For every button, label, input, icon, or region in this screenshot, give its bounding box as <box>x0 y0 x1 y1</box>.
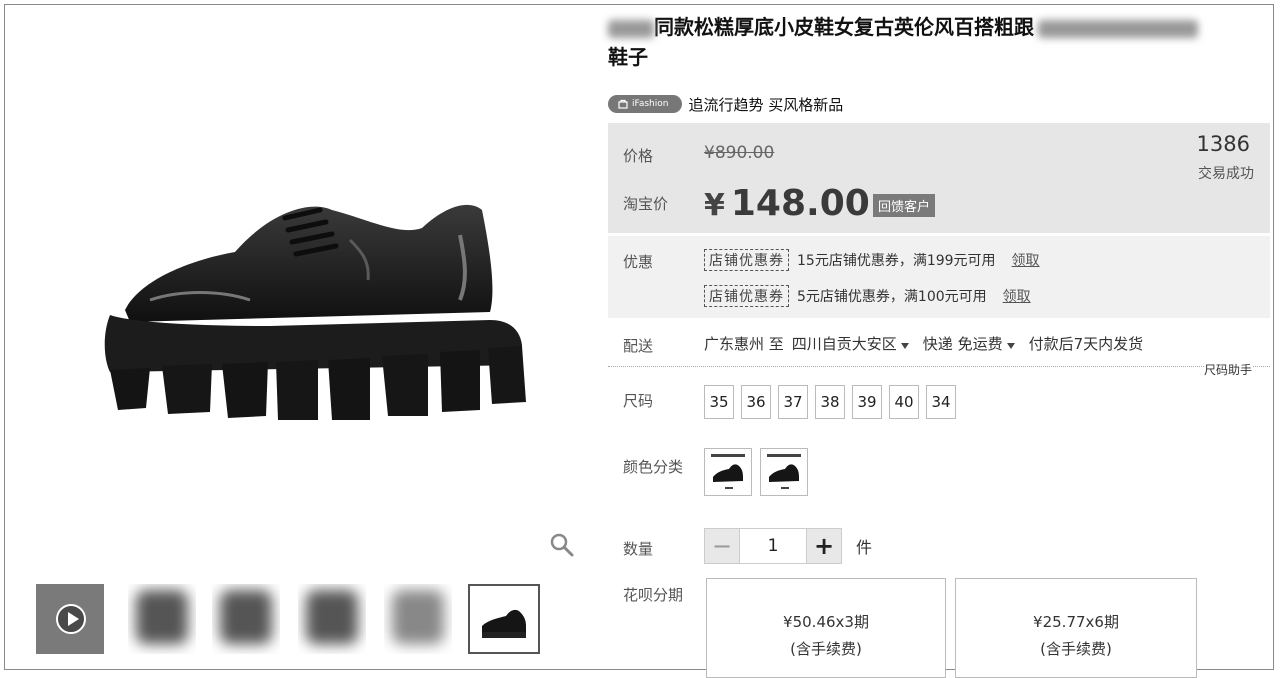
play-icon[interactable] <box>56 604 86 634</box>
title-line-1: 同款松糕厚底小皮鞋女复古英伦风百搭粗跟 <box>654 15 1034 39</box>
promo-label: 优惠 <box>623 253 654 271</box>
shoe-image <box>104 204 526 420</box>
title-line-2: 鞋子 <box>608 45 648 69</box>
sold-count: 1386 <box>1196 132 1250 156</box>
chevron-down-icon <box>900 343 909 349</box>
ship-to: 四川自贡大安区 <box>791 335 897 353</box>
ship-to-selector[interactable]: 四川自贡大安区 <box>792 333 915 354</box>
product-title: 同款松糕厚底小皮鞋女复古英伦风百搭粗跟 鞋子 <box>608 12 1263 72</box>
sold-label: 交易成功 <box>1198 166 1254 182</box>
main-product-image[interactable] <box>70 140 550 460</box>
size-option[interactable]: 40 <box>889 385 919 419</box>
installment-option[interactable]: ¥25.77x6期 (含手续费) <box>955 578 1197 678</box>
shipping-row: 广东惠州 至 四川自贡大安区 快递 免运费 付款后7天内发货 <box>704 333 1143 354</box>
size-option[interactable]: 34 <box>926 385 956 419</box>
badge-label: iFashion <box>632 99 669 109</box>
dispatch-time: 付款后7天内发货 <box>1028 335 1144 353</box>
size-option[interactable]: 36 <box>741 385 771 419</box>
shoe-thumbnail-image <box>482 609 526 638</box>
thumbnail-5[interactable] <box>384 584 452 654</box>
thumbnail-6-selected[interactable] <box>468 584 540 654</box>
installment-fee: (含手续费) <box>1040 640 1112 658</box>
color-options <box>704 448 808 496</box>
price-label: 价格 <box>623 147 654 165</box>
quantity-input[interactable]: 1 <box>740 528 806 564</box>
coupon-row-2: 店铺优惠券 5元店铺优惠券，满100元可用 领取 <box>704 285 1031 307</box>
thumbnail-video[interactable] <box>36 584 104 654</box>
quantity-unit: 件 <box>856 538 873 557</box>
coupon-text: 5元店铺优惠券，满100元可用 <box>797 289 987 305</box>
quantity-label: 数量 <box>623 540 654 558</box>
thumbnail-4[interactable] <box>298 584 366 654</box>
coupon-tag: 店铺优惠券 <box>704 285 789 307</box>
increase-button[interactable]: + <box>806 528 842 564</box>
size-helper-link[interactable]: 尺码助手 <box>1204 361 1253 378</box>
decrease-button[interactable]: − <box>704 528 740 564</box>
size-option[interactable]: 35 <box>704 385 734 419</box>
installment-amount: ¥50.46x3期 <box>783 613 869 631</box>
coupon-text: 15元店铺优惠券，满199元可用 <box>797 253 996 269</box>
tagline-text: 追流行趋势 买风格新品 <box>688 95 844 114</box>
ship-from: 广东惠州 至 <box>704 335 784 353</box>
currency-symbol: ¥ <box>704 188 725 223</box>
blurred-brand <box>608 19 654 38</box>
size-option[interactable]: 38 <box>815 385 845 419</box>
quantity-stepper: − 1 + 件 <box>704 528 872 564</box>
ship-method: 快递 免运费 <box>922 335 1003 353</box>
color-label: 颜色分类 <box>623 458 684 476</box>
shoe-swatch-image <box>711 454 745 489</box>
size-option[interactable]: 39 <box>852 385 882 419</box>
bag-icon <box>618 99 628 109</box>
current-price: ¥ 148.00 <box>704 183 870 224</box>
installment-label: 花呗分期 <box>623 586 684 604</box>
installment-amount: ¥25.77x6期 <box>1033 613 1119 631</box>
coupon-tag: 店铺优惠券 <box>704 249 789 271</box>
taobao-price-label: 淘宝价 <box>623 195 669 213</box>
reward-tag: 回馈客户 <box>873 194 936 217</box>
color-option[interactable] <box>704 448 752 496</box>
thumbnail-3[interactable] <box>212 584 280 654</box>
shoe-swatch-image <box>767 454 801 489</box>
claim-coupon-link[interactable]: 领取 <box>1012 250 1040 270</box>
chevron-down-icon <box>1006 343 1015 349</box>
magnifier-icon[interactable] <box>549 532 575 558</box>
divider <box>608 366 1270 367</box>
color-option[interactable] <box>760 448 808 496</box>
ifashion-badge[interactable]: iFashion <box>608 95 683 113</box>
installment-fee: (含手续费) <box>790 640 862 658</box>
current-price-value: 148.00 <box>730 183 870 224</box>
blurred-title-suffix <box>1038 19 1198 38</box>
size-option[interactable]: 37 <box>778 385 808 419</box>
claim-coupon-link[interactable]: 领取 <box>1003 286 1031 306</box>
shipping-method-selector[interactable]: 快递 免运费 <box>923 333 1021 354</box>
original-price: ¥890.00 <box>704 143 775 163</box>
shipping-label: 配送 <box>623 337 654 355</box>
installment-option[interactable]: ¥50.46x3期 (含手续费) <box>706 578 946 678</box>
coupon-row-1: 店铺优惠券 15元店铺优惠券，满199元可用 领取 <box>704 249 1040 271</box>
size-label: 尺码 <box>623 392 654 410</box>
size-options: 35 36 37 38 39 40 34 <box>704 385 956 419</box>
fashion-tagline: iFashion 追流行趋势 买风格新品 <box>608 93 843 115</box>
thumbnail-2[interactable] <box>128 584 196 654</box>
